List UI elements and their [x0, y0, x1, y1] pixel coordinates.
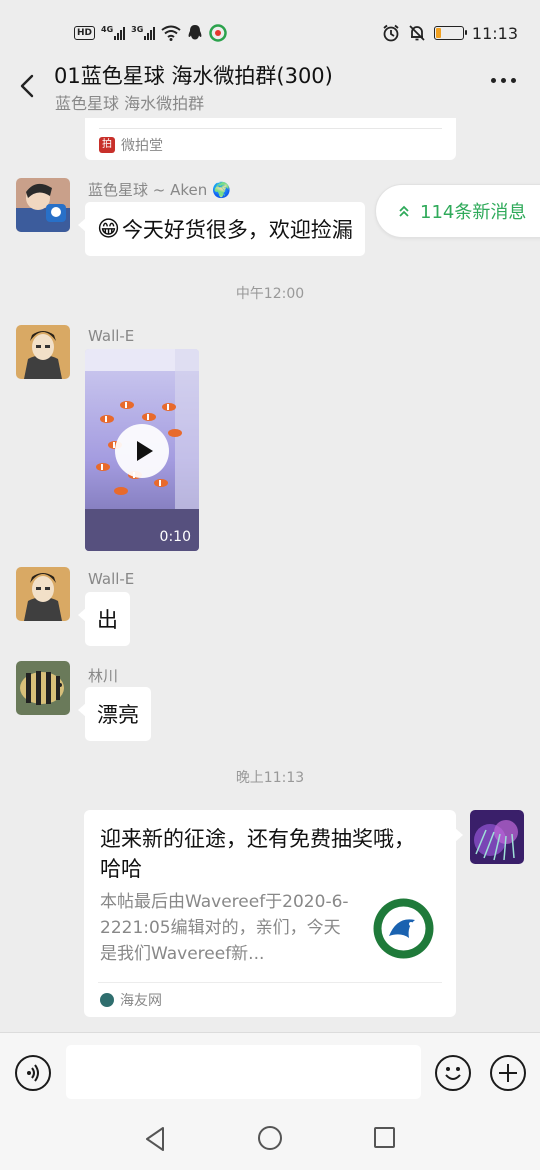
page-title: 01蓝色星球 海水微拍群(300) [54, 64, 333, 88]
grin-emoji-icon: 😁 [97, 216, 120, 242]
new-messages-label: 114条新消息 [420, 202, 527, 223]
top-link-card[interactable]: 拍 微拍堂 [85, 118, 456, 160]
page-subtitle: 蓝色星球 海水微拍群 [55, 94, 205, 113]
chat-area[interactable]: 拍 微拍堂 蓝色星球 ~ Aken 🌍 😁 今天好货很多，欢迎捡漏 114条新消… [0, 118, 540, 1032]
link-source: 海友网 [100, 990, 162, 1010]
avatar[interactable] [16, 178, 70, 232]
message-text: 出 [97, 608, 118, 632]
divider [99, 128, 442, 129]
sender-name: Wall-E [88, 327, 135, 345]
haiyou-logo-icon [373, 898, 434, 959]
chevron-left-icon[interactable] [14, 72, 42, 100]
haiyou-source-icon [100, 993, 114, 1007]
voice-icon[interactable] [15, 1055, 51, 1091]
message-bubble[interactable]: 😁 今天好货很多，欢迎捡漏 [78, 202, 365, 256]
card-source-label: 微拍堂 [121, 138, 163, 154]
signal-4g-icon: 4G [101, 26, 126, 40]
battery-level [435, 28, 442, 38]
message-text: 漂亮 [97, 703, 139, 727]
sender-name: 林川 [88, 667, 119, 685]
system-nav-bar [0, 1108, 540, 1170]
signal-3g-icon: 3G [131, 26, 156, 40]
message-bubble[interactable]: 出 [78, 592, 130, 646]
play-icon[interactable] [115, 424, 169, 478]
link-description: 本帖最后由Wavereef于2020-6-2221:05编辑对的，亲们，今天是我… [100, 892, 349, 964]
link-source-label: 海友网 [120, 993, 162, 1009]
plus-icon[interactable] [490, 1055, 526, 1091]
status-bar: HD 4G 3G 11:13 [0, 0, 540, 62]
sender-name: 蓝色星球 ~ Aken 🌍 [88, 181, 231, 199]
avatar[interactable] [16, 661, 70, 715]
avatar[interactable] [16, 567, 70, 621]
battery-icon [433, 26, 467, 40]
nav-recent-icon[interactable] [374, 1127, 395, 1148]
message-text: 今天好货很多，欢迎捡漏 [121, 218, 353, 242]
message-input[interactable] [66, 1045, 421, 1099]
sender-name: Wall-E [88, 570, 135, 588]
chat-header: 01蓝色星球 海水微拍群(300) 蓝色星球 海水微拍群 [0, 56, 540, 116]
app-icon [209, 24, 228, 42]
divider [98, 982, 442, 983]
new-messages-button[interactable]: 114条新消息 [375, 184, 540, 238]
input-bar [0, 1032, 540, 1108]
status-right: 11:13 [382, 22, 518, 44]
timestamp: 晚上11:13 [235, 770, 305, 786]
double-chevron-up-icon [399, 205, 409, 217]
message-bubble[interactable]: 漂亮 [78, 687, 151, 741]
qq-icon [188, 25, 202, 40]
self-avatar[interactable] [470, 810, 524, 864]
link-card-message[interactable]: 迎来新的征途，还有免费抽奖哦，哈哈 本帖最后由Wavereef于2020-6-2… [84, 810, 463, 1017]
weipaitang-logo-icon: 拍 [99, 137, 115, 153]
wifi-icon [161, 25, 181, 41]
timestamp: 中午12:00 [235, 286, 305, 302]
video-message[interactable]: 0:10 [85, 349, 199, 551]
video-duration: 0:10 [159, 529, 191, 545]
mute-bell-icon [409, 25, 425, 41]
more-dots-icon[interactable] [491, 78, 516, 83]
nav-home-icon[interactable] [258, 1126, 282, 1150]
status-left: HD 4G 3G [74, 22, 228, 44]
clock: 11:13 [471, 23, 518, 43]
hd-icon: HD [74, 26, 96, 40]
alarm-icon [383, 24, 399, 42]
link-title: 迎来新的征途，还有免费抽奖哦，哈哈 [100, 827, 415, 881]
emoji-icon[interactable] [435, 1055, 471, 1091]
card-source: 拍 微拍堂 [99, 135, 163, 155]
nav-back-icon[interactable] [144, 1126, 166, 1152]
avatar[interactable] [16, 325, 70, 379]
